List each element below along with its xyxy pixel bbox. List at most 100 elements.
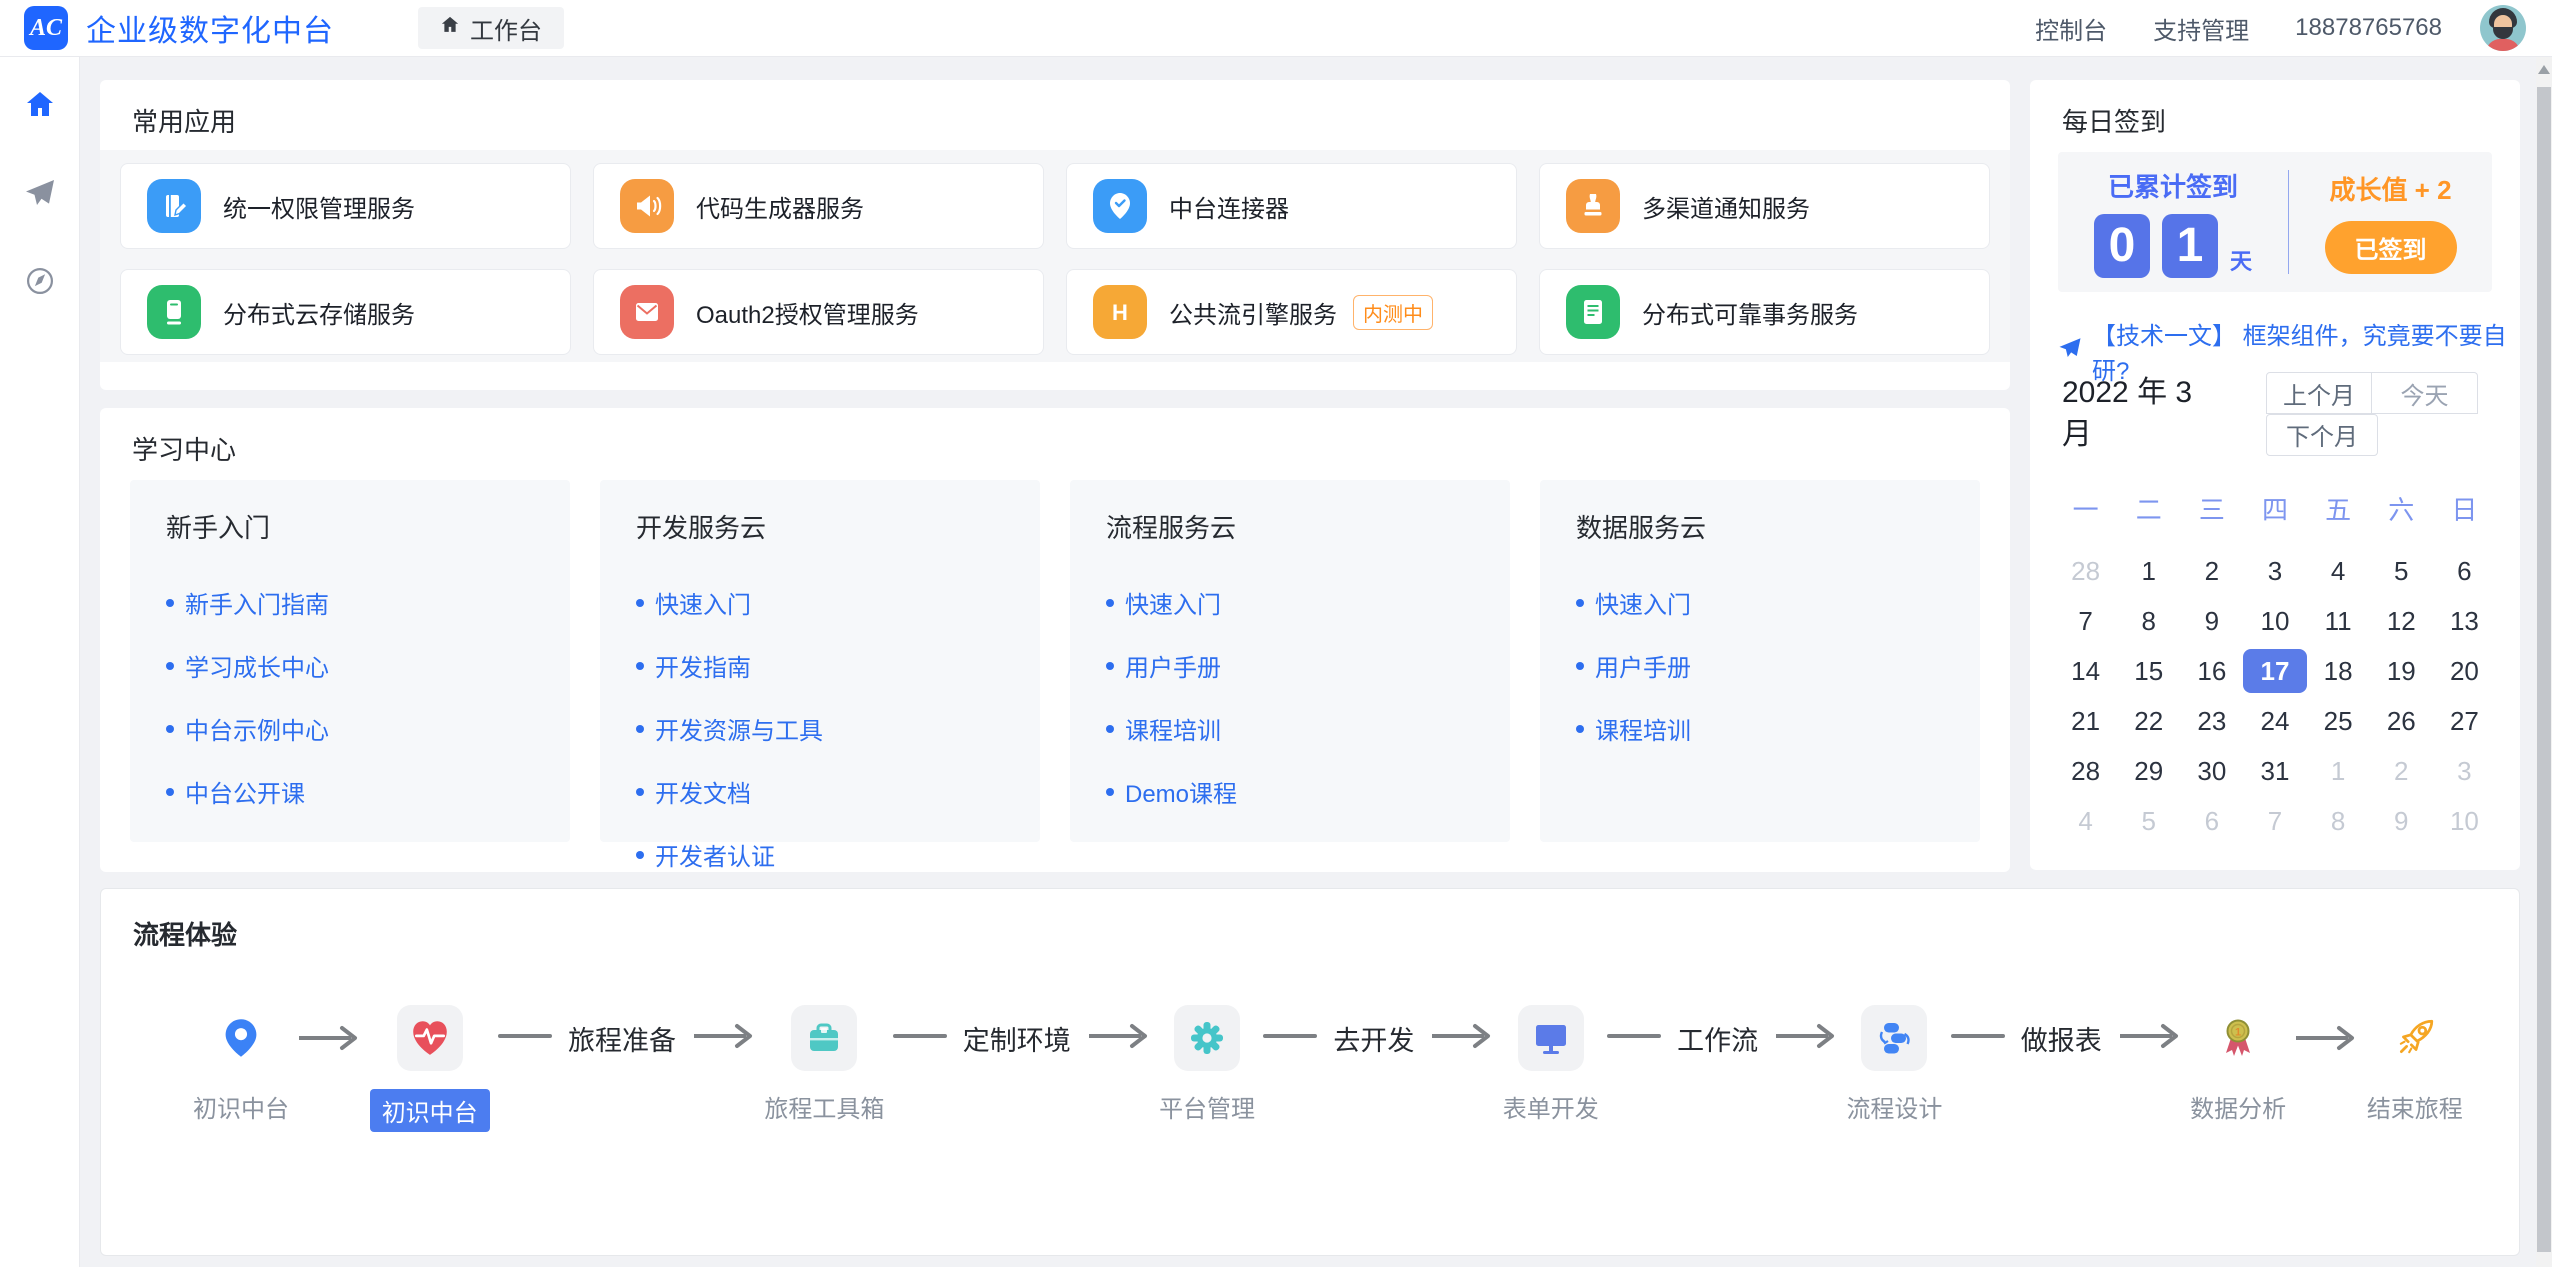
- app-card[interactable]: 统一权限管理服务: [120, 163, 571, 249]
- learning-link[interactable]: 开发文档: [636, 774, 1004, 809]
- calendar-day[interactable]: 7: [2054, 599, 2117, 643]
- calendar-day[interactable]: 10: [2433, 799, 2496, 843]
- calendar-day[interactable]: 18: [2307, 649, 2370, 693]
- flow-step[interactable]: 初识中台: [193, 1005, 289, 1124]
- map-pin-icon[interactable]: [219, 1005, 263, 1071]
- today-button[interactable]: 今天: [2372, 372, 2478, 414]
- calendar-day[interactable]: 3: [2243, 549, 2306, 593]
- calendar-day[interactable]: 5: [2117, 799, 2180, 843]
- calendar-day-selected[interactable]: 17: [2243, 649, 2306, 693]
- calendar-day[interactable]: 20: [2433, 649, 2496, 693]
- learning-link[interactable]: 新手入门指南: [166, 585, 534, 620]
- calendar-day[interactable]: 15: [2117, 649, 2180, 693]
- learning-link[interactable]: 快速入门: [1576, 585, 1944, 620]
- calendar-day[interactable]: 26: [2370, 699, 2433, 743]
- user-avatar[interactable]: [2480, 5, 2526, 51]
- app-card-label: 多渠道通知服务: [1642, 189, 1810, 224]
- scroll-up-arrow-icon[interactable]: [2538, 65, 2550, 74]
- learning-link[interactable]: 用户手册: [1576, 648, 1944, 683]
- learning-link[interactable]: 开发资源与工具: [636, 711, 1004, 746]
- learning-link[interactable]: 课程培训: [1576, 711, 1944, 746]
- header-nav-item[interactable]: 控制台: [2035, 11, 2107, 46]
- flow-step[interactable]: 1数据分析: [2190, 1005, 2286, 1124]
- calendar-day[interactable]: 29: [2117, 749, 2180, 793]
- learning-link[interactable]: 中台示例中心: [166, 711, 534, 746]
- flow-step[interactable]: 流程设计: [1846, 1005, 1942, 1124]
- learning-link[interactable]: 中台公开课: [166, 774, 534, 809]
- signed-in-button[interactable]: 已签到: [2325, 221, 2457, 274]
- calendar-day[interactable]: 31: [2243, 749, 2306, 793]
- calendar-day[interactable]: 28: [2054, 749, 2117, 793]
- app-logo[interactable]: AC: [24, 6, 68, 50]
- next-month-button[interactable]: 下个月: [2266, 414, 2378, 456]
- app-card[interactable]: H公共流引擎服务内测中: [1066, 269, 1517, 355]
- calendar-day[interactable]: 30: [2180, 749, 2243, 793]
- calendar-day[interactable]: 6: [2433, 549, 2496, 593]
- calendar-day[interactable]: 14: [2054, 649, 2117, 693]
- app-card[interactable]: 多渠道通知服务: [1539, 163, 1990, 249]
- calendar-day[interactable]: 11: [2307, 599, 2370, 643]
- learning-link[interactable]: Demo课程: [1106, 774, 1474, 809]
- learning-link[interactable]: 用户手册: [1106, 648, 1474, 683]
- tab-workbench[interactable]: 工作台: [418, 7, 564, 49]
- flow-step[interactable]: 表单开发: [1503, 1005, 1599, 1124]
- calendar-day[interactable]: 19: [2370, 649, 2433, 693]
- calendar-day[interactable]: 24: [2243, 699, 2306, 743]
- calendar-day[interactable]: 16: [2180, 649, 2243, 693]
- calendar-day[interactable]: 5: [2370, 549, 2433, 593]
- app-card[interactable]: 分布式云存储服务: [120, 269, 571, 355]
- briefcase-icon[interactable]: [791, 1005, 857, 1071]
- calendar-day[interactable]: 23: [2180, 699, 2243, 743]
- learning-link[interactable]: 学习成长中心: [166, 648, 534, 683]
- flow-step[interactable]: 平台管理: [1159, 1005, 1255, 1124]
- vertical-scrollbar[interactable]: [2536, 57, 2552, 1267]
- header-nav-item[interactable]: 支持管理: [2153, 11, 2249, 46]
- learning-link[interactable]: 开发者认证: [636, 837, 1004, 872]
- flow-step[interactable]: 旅程工具箱: [764, 1005, 884, 1124]
- app-card[interactable]: 分布式可靠事务服务: [1539, 269, 1990, 355]
- app-card[interactable]: Oauth2授权管理服务: [593, 269, 1044, 355]
- calendar-day[interactable]: 21: [2054, 699, 2117, 743]
- flow-diagram: 初识中台初识中台旅程准备旅程工具箱定制环境平台管理去开发表单开发工作流流程设计做…: [193, 1005, 2463, 1132]
- sidebar-item-compass[interactable]: [22, 265, 58, 301]
- calendar-day[interactable]: 4: [2307, 549, 2370, 593]
- calendar-day[interactable]: 13: [2433, 599, 2496, 643]
- sidebar-item-send[interactable]: [22, 177, 58, 213]
- monitor-icon[interactable]: [1518, 1005, 1584, 1071]
- gear-icon[interactable]: [1174, 1005, 1240, 1071]
- calendar-day[interactable]: 12: [2370, 599, 2433, 643]
- calendar-day[interactable]: 6: [2180, 799, 2243, 843]
- calendar-day[interactable]: 8: [2307, 799, 2370, 843]
- flowchart-icon[interactable]: [1861, 1005, 1927, 1071]
- heart-pulse-icon[interactable]: [397, 1005, 463, 1071]
- app-card[interactable]: 代码生成器服务: [593, 163, 1044, 249]
- calendar-day[interactable]: 25: [2307, 699, 2370, 743]
- calendar-day[interactable]: 1: [2117, 549, 2180, 593]
- prev-month-button[interactable]: 上个月: [2266, 372, 2372, 414]
- calendar-day[interactable]: 1: [2307, 749, 2370, 793]
- calendar-day[interactable]: 4: [2054, 799, 2117, 843]
- calendar-day[interactable]: 10: [2243, 599, 2306, 643]
- scrollbar-thumb[interactable]: [2537, 87, 2551, 1252]
- learning-link[interactable]: 快速入门: [1106, 585, 1474, 620]
- calendar-day[interactable]: 22: [2117, 699, 2180, 743]
- calendar-day[interactable]: 2: [2180, 549, 2243, 593]
- learning-link[interactable]: 课程培训: [1106, 711, 1474, 746]
- flow-step[interactable]: 初识中台: [370, 1005, 490, 1132]
- calendar-day[interactable]: 27: [2433, 699, 2496, 743]
- calendar-day[interactable]: 9: [2180, 599, 2243, 643]
- sidebar-item-home[interactable]: [22, 89, 58, 125]
- calendar-day[interactable]: 7: [2243, 799, 2306, 843]
- calendar-day[interactable]: 8: [2117, 599, 2180, 643]
- calendar-day[interactable]: 9: [2370, 799, 2433, 843]
- flow-step[interactable]: 结束旅程: [2367, 1005, 2463, 1124]
- rocket-icon[interactable]: [2394, 1005, 2436, 1071]
- medal-icon[interactable]: 1: [2218, 1005, 2258, 1071]
- calendar-day[interactable]: 28: [2054, 549, 2117, 593]
- calendar-day[interactable]: 2: [2370, 749, 2433, 793]
- header-nav-item[interactable]: 18878765768: [2295, 14, 2442, 42]
- learning-link[interactable]: 开发指南: [636, 648, 1004, 683]
- app-card[interactable]: 中台连接器: [1066, 163, 1517, 249]
- calendar-day[interactable]: 3: [2433, 749, 2496, 793]
- learning-link[interactable]: 快速入门: [636, 585, 1004, 620]
